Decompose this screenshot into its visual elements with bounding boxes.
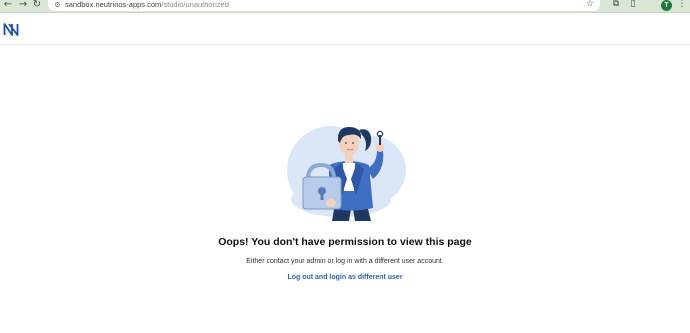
url-text[interactable]: sandbox.neutrinos-apps.com/studio/unauth… xyxy=(65,0,229,10)
logout-link-container: Log out and login as different user xyxy=(0,274,690,281)
app-header xyxy=(0,14,690,45)
extensions-icon[interactable]: ⧉ xyxy=(610,0,622,11)
forward-icon[interactable]: → xyxy=(17,0,29,11)
profile-avatar[interactable]: T xyxy=(661,0,672,11)
site-info-icon[interactable]: ⚙ xyxy=(53,1,62,9)
url-domain: sandbox.neutrinos-apps.com xyxy=(65,0,162,9)
locked-access-illustration xyxy=(287,126,406,221)
reload-icon[interactable]: ↻ xyxy=(31,0,43,11)
more-menu-icon[interactable]: ⋮ xyxy=(676,0,688,11)
browser-toolbar: ← → ↻ ⚙ sandbox.neutrinos-apps.com/studi… xyxy=(0,0,690,13)
error-title: Oops! You don't have permission to view … xyxy=(218,236,472,248)
logout-login-different-user-link[interactable]: Log out and login as different user xyxy=(287,274,402,281)
neutrinos-logo-icon[interactable] xyxy=(3,22,19,37)
error-message: Either contact your admin or log in with… xyxy=(246,258,444,265)
address-bar[interactable]: ⚙ sandbox.neutrinos-apps.com/studio/unau… xyxy=(48,0,600,11)
url-path: /studio/unauthorized xyxy=(161,0,229,9)
back-icon[interactable]: ← xyxy=(2,0,14,11)
sidepanel-icon[interactable]: ▯ xyxy=(627,0,639,11)
bookmark-star-icon[interactable]: ☆ xyxy=(584,0,596,11)
